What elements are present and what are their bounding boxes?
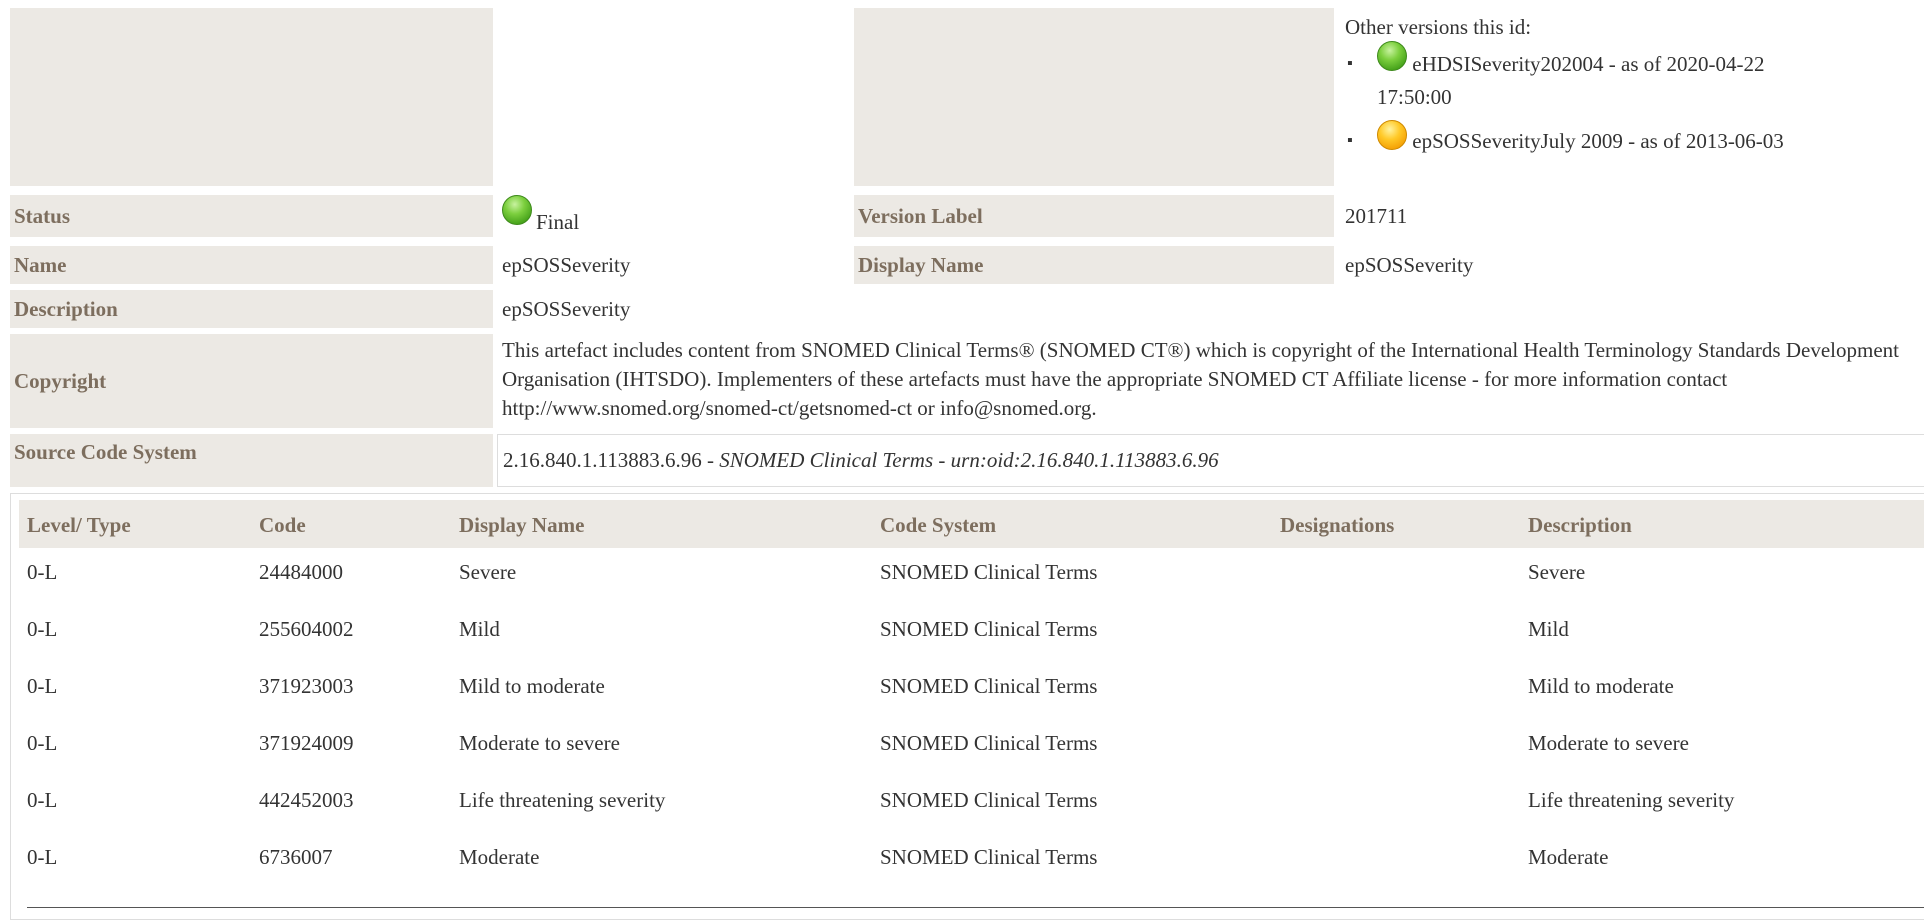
status-final-icon bbox=[1377, 41, 1407, 72]
bullet-icon: ▪ bbox=[1347, 55, 1353, 72]
cell-description: Life threatening severity bbox=[1528, 788, 1735, 812]
col-header-code: Code bbox=[259, 513, 306, 537]
cell-description: Severe bbox=[1528, 560, 1586, 584]
version-link[interactable]: epSOSSeverityJuly 2009 - as of 2013-06-0… bbox=[1412, 129, 1784, 153]
cell-code: 371924009 bbox=[259, 731, 354, 755]
table-bottom-rule bbox=[27, 907, 1924, 908]
cell-code-system: SNOMED Clinical Terms bbox=[880, 674, 1098, 698]
version-label-label: Version Label bbox=[854, 195, 1334, 237]
col-header-display-name: Display Name bbox=[459, 513, 585, 537]
cell-description: Mild bbox=[1528, 617, 1569, 641]
source-separator: - bbox=[933, 448, 951, 472]
cell-description: Moderate bbox=[1528, 845, 1609, 869]
source-separator: - bbox=[701, 448, 720, 472]
copyright-label: Copyright bbox=[10, 334, 493, 428]
cell-level-type: 0-L bbox=[27, 788, 58, 812]
version-link[interactable]: eHDSISeverity202004 - as of 2020-04-22 bbox=[1412, 52, 1764, 76]
table-row: 0-L 255604002 Mild SNOMED Clinical Terms… bbox=[19, 611, 1924, 651]
copyright-value: This artefact includes content from SNOM… bbox=[502, 338, 1899, 420]
top-left-blank-cell bbox=[10, 8, 493, 186]
cell-code: 442452003 bbox=[259, 788, 354, 812]
cell-description: Mild to moderate bbox=[1528, 674, 1674, 698]
cell-code-system: SNOMED Clinical Terms bbox=[880, 560, 1098, 584]
source-name: SNOMED Clinical Terms bbox=[719, 448, 934, 472]
source-oid: 2.16.840.1.113883.6.96 bbox=[503, 448, 702, 472]
source-code-system-value: 2.16.840.1.113883.6.96 - SNOMED Clinical… bbox=[497, 434, 1924, 487]
top-middle-blank-cell bbox=[854, 8, 1334, 186]
cell-display-name: Moderate to severe bbox=[459, 731, 620, 755]
description-label: Description bbox=[10, 290, 493, 328]
cell-code-system: SNOMED Clinical Terms bbox=[880, 845, 1098, 869]
concepts-table-header: Level/ Type Code Display Name Code Syste… bbox=[19, 500, 1924, 548]
concepts-table: Level/ Type Code Display Name Code Syste… bbox=[10, 493, 1924, 920]
cell-code-system: SNOMED Clinical Terms bbox=[880, 788, 1098, 812]
version-item[interactable]: ▪ eHDSISeverity202004 - as of 2020-04-22… bbox=[1347, 41, 1905, 113]
cell-level-type: 0-L bbox=[27, 617, 58, 641]
version-label-value: 201711 bbox=[1345, 203, 1408, 228]
source-code-system-label: Source Code System bbox=[10, 434, 493, 487]
col-header-designations: Designations bbox=[1280, 513, 1395, 537]
table-row: 0-L 371923003 Mild to moderate SNOMED Cl… bbox=[19, 668, 1924, 708]
status-text: Final bbox=[536, 209, 580, 234]
cell-display-name: Mild to moderate bbox=[459, 674, 605, 698]
cell-code-system: SNOMED Clinical Terms bbox=[880, 617, 1098, 641]
table-row: 0-L 442452003 Life threatening severity … bbox=[19, 782, 1924, 822]
name-value: epSOSSeverity bbox=[502, 252, 631, 277]
cell-code-system: SNOMED Clinical Terms bbox=[880, 731, 1098, 755]
cell-level-type: 0-L bbox=[27, 845, 58, 869]
cell-code: 371923003 bbox=[259, 674, 354, 698]
source-urn: urn:oid:2.16.840.1.113883.6.96 bbox=[950, 448, 1219, 472]
bullet-icon: ▪ bbox=[1347, 132, 1353, 150]
cell-level-type: 0-L bbox=[27, 560, 58, 584]
other-versions-heading: Other versions this id: bbox=[1345, 15, 1532, 39]
col-header-description: Description bbox=[1528, 513, 1632, 537]
cell-display-name: Mild bbox=[459, 617, 500, 641]
status-final-icon bbox=[502, 195, 532, 225]
description-value: epSOSSeverity bbox=[502, 296, 631, 321]
status-label: Status bbox=[10, 195, 493, 237]
table-row: 0-L 6736007 Moderate SNOMED Clinical Ter… bbox=[19, 839, 1924, 879]
cell-display-name: Severe bbox=[459, 560, 517, 584]
cell-description: Moderate to severe bbox=[1528, 731, 1689, 755]
table-row: 0-L 24484000 Severe SNOMED Clinical Term… bbox=[19, 554, 1924, 594]
col-header-level-type: Level/ Type bbox=[27, 513, 131, 537]
other-versions-panel: Other versions this id: ▪ eHDSISeverity2… bbox=[1345, 12, 1905, 187]
version-item[interactable]: ▪ epSOSSeverityJuly 2009 - as of 2013-06… bbox=[1347, 120, 1905, 158]
name-label: Name bbox=[10, 246, 493, 284]
cell-level-type: 0-L bbox=[27, 674, 58, 698]
display-name-label: Display Name bbox=[854, 246, 1334, 284]
cell-level-type: 0-L bbox=[27, 731, 58, 755]
cell-code: 24484000 bbox=[259, 560, 343, 584]
cell-display-name: Life threatening severity bbox=[459, 788, 666, 812]
cell-display-name: Moderate bbox=[459, 845, 540, 869]
table-row: 0-L 371924009 Moderate to severe SNOMED … bbox=[19, 725, 1924, 765]
cell-code: 255604002 bbox=[259, 617, 354, 641]
status-draft-icon bbox=[1377, 120, 1407, 151]
col-header-code-system: Code System bbox=[880, 513, 997, 537]
status-value: Final bbox=[502, 195, 842, 237]
display-name-value: epSOSSeverity bbox=[1345, 252, 1474, 277]
cell-code: 6736007 bbox=[259, 845, 333, 869]
version-link-continued[interactable]: 17:50:00 bbox=[1377, 85, 1452, 109]
